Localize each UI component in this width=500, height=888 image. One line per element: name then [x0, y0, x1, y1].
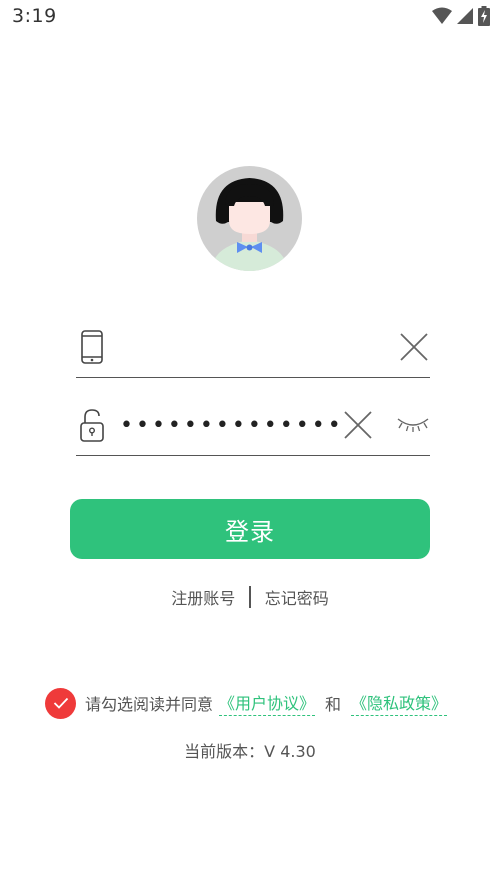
agreement-row: 请勾选阅读并同意 《用户协议》 和 《隐私政策》: [45, 687, 448, 719]
status-bar: 3:19: [0, 0, 500, 34]
status-icons: [432, 6, 490, 26]
avatar: [197, 166, 302, 271]
login-button[interactable]: 登录: [70, 499, 430, 559]
agreement-prefix: 请勾选阅读并同意: [85, 695, 214, 714]
phone-input[interactable]: [118, 331, 338, 365]
version-text: 当前版本：V 4.30: [184, 742, 316, 761]
account-links: 注册账号 忘记密码: [0, 584, 500, 610]
check-icon: [53, 697, 68, 709]
forgot-password-link[interactable]: 忘记密码: [251, 585, 343, 609]
password-field-row: ••••••••••••••: [76, 405, 430, 456]
agreement-checkbox[interactable]: [45, 687, 76, 719]
wifi-icon: [432, 7, 452, 24]
status-time: 3:19: [12, 5, 57, 27]
clear-phone-icon[interactable]: [398, 331, 430, 363]
battery-icon: [478, 6, 490, 26]
register-link[interactable]: 注册账号: [157, 585, 249, 609]
lock-icon: [80, 409, 104, 442]
password-input[interactable]: ••••••••••••••: [120, 411, 344, 441]
phone-field-row: [76, 327, 430, 378]
phone-icon: [81, 330, 103, 364]
user-agreement-link[interactable]: 《用户协议》: [219, 690, 316, 716]
agreement-and: 和: [325, 695, 342, 714]
eye-closed-icon[interactable]: [396, 413, 430, 435]
login-page: 3:19 •••••••••••••• 登录 注册账号 忘记密码 请勾选阅读并同…: [0, 0, 500, 888]
cellular-signal-icon: [457, 8, 473, 24]
privacy-policy-link[interactable]: 《隐私政策》: [351, 690, 448, 716]
clear-password-icon[interactable]: [342, 409, 374, 441]
avatar-image: [197, 166, 302, 271]
